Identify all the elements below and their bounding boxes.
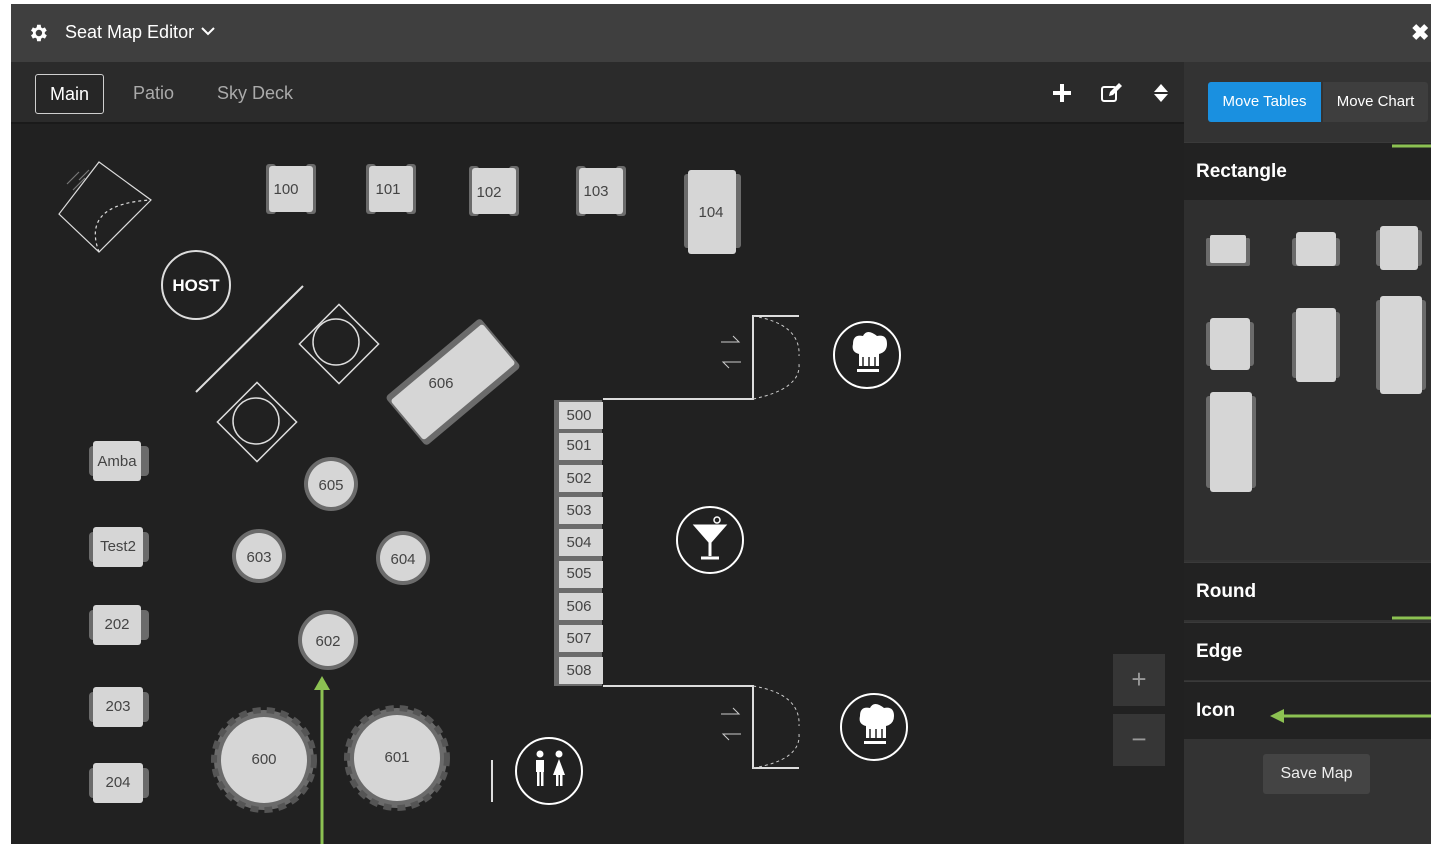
table-label: 606 [428, 375, 453, 392]
table-103[interactable]: 103 [576, 166, 626, 216]
table-label: 505 [566, 565, 591, 582]
floor-tabs: Main Patio Sky Deck [11, 62, 1184, 124]
bar-seat-508[interactable]: 508 [559, 657, 603, 684]
bar-seat-500[interactable]: 500 [559, 402, 603, 429]
table-label: 104 [698, 204, 723, 221]
table-label: 203 [105, 698, 130, 715]
table-104[interactable]: 104 [684, 170, 741, 254]
table-605[interactable]: 605 [304, 457, 358, 511]
table-label: 101 [375, 181, 400, 198]
save-map-button[interactable]: Save Map [1263, 754, 1370, 794]
table-604[interactable]: 604 [376, 531, 430, 585]
bar-seat-505[interactable]: 505 [559, 561, 603, 588]
table-label: 100 [273, 181, 298, 198]
swing-door-icon [721, 315, 800, 769]
divider-wall [195, 285, 304, 393]
host-stand[interactable]: HOST [161, 250, 231, 320]
table-label: Amba [97, 453, 137, 470]
table-label: 502 [566, 470, 591, 487]
gear-icon[interactable] [27, 22, 49, 44]
table-label: 508 [566, 662, 591, 679]
chef-hat-icon [840, 693, 908, 761]
table-label: 202 [104, 616, 129, 633]
table-601[interactable]: 601 [344, 705, 450, 811]
table-label: 504 [566, 534, 591, 551]
table-label: 102 [476, 184, 501, 201]
table-label: 103 [583, 183, 608, 200]
table-602[interactable]: 602 [298, 610, 358, 670]
cocktail-icon [676, 506, 744, 574]
table-label: 605 [318, 477, 343, 494]
table-102[interactable]: 102 [469, 166, 519, 216]
table-label: 604 [390, 551, 415, 568]
bar-seat-501[interactable]: 501 [559, 433, 603, 460]
plus-icon[interactable] [1051, 82, 1073, 104]
table-603[interactable]: 603 [232, 529, 286, 583]
table-label: 506 [566, 598, 591, 615]
bar-seat-506[interactable]: 506 [559, 593, 603, 620]
bar-seat-507[interactable]: 507 [559, 625, 603, 652]
close-icon[interactable]: ✖ [1411, 20, 1429, 46]
planter-decor [216, 303, 380, 463]
table-label: 204 [105, 774, 130, 791]
tab-patio[interactable]: Patio [119, 74, 188, 114]
table-label: 503 [566, 502, 591, 519]
table-100[interactable]: 100 [266, 164, 316, 214]
table-600[interactable]: 600 [211, 707, 317, 813]
bar-counter [603, 315, 799, 769]
table-label: 500 [566, 407, 591, 424]
table-label: 602 [315, 633, 340, 650]
zoom-out-button[interactable]: − [1113, 714, 1165, 766]
zoom-in-button[interactable]: + [1113, 654, 1165, 706]
bar-seat-503[interactable]: 503 [559, 497, 603, 524]
title-bar: Seat Map Editor ✖ [11, 4, 1431, 62]
table-204[interactable]: 204 [89, 763, 149, 803]
door-icon [58, 161, 152, 253]
annotation-arrows [1270, 144, 1431, 723]
sort-icon[interactable] [1150, 82, 1172, 104]
bar-seat-504[interactable]: 504 [559, 529, 603, 556]
table-label: 603 [246, 549, 271, 566]
table-101[interactable]: 101 [366, 164, 416, 214]
table-202[interactable]: 202 [89, 605, 149, 645]
host-label: HOST [172, 276, 220, 295]
table-label: 600 [251, 751, 276, 768]
floor-map-canvas[interactable]: HOST 100 101 102 103 104 606 605 603 604… [11, 124, 1184, 844]
table-label: 501 [566, 437, 591, 454]
edit-icon[interactable] [1100, 82, 1122, 104]
bar-seat-502[interactable]: 502 [559, 465, 603, 492]
chef-hat-icon [833, 321, 901, 389]
table-label: Test2 [100, 538, 136, 555]
table-label: 601 [384, 749, 409, 766]
app-title[interactable]: Seat Map Editor [65, 22, 194, 43]
table-test2[interactable]: Test2 [89, 527, 149, 567]
table-amba[interactable]: Amba [89, 441, 149, 481]
restroom-icon [515, 737, 583, 805]
tab-main[interactable]: Main [35, 74, 105, 114]
bar-seats: 500 501 502 503 504 505 506 507 508 [554, 400, 603, 686]
table-label: 507 [566, 630, 591, 647]
tab-sky-deck[interactable]: Sky Deck [203, 74, 307, 114]
table-203[interactable]: 203 [89, 687, 149, 727]
chevron-down-icon[interactable] [201, 26, 215, 36]
seat-map-editor-window: Seat Map Editor ✖ Main Patio Sky Deck HO… [11, 4, 1431, 844]
shapes-sidebar: Move Tables Move Chart Rectangle Round E… [1184, 62, 1431, 844]
